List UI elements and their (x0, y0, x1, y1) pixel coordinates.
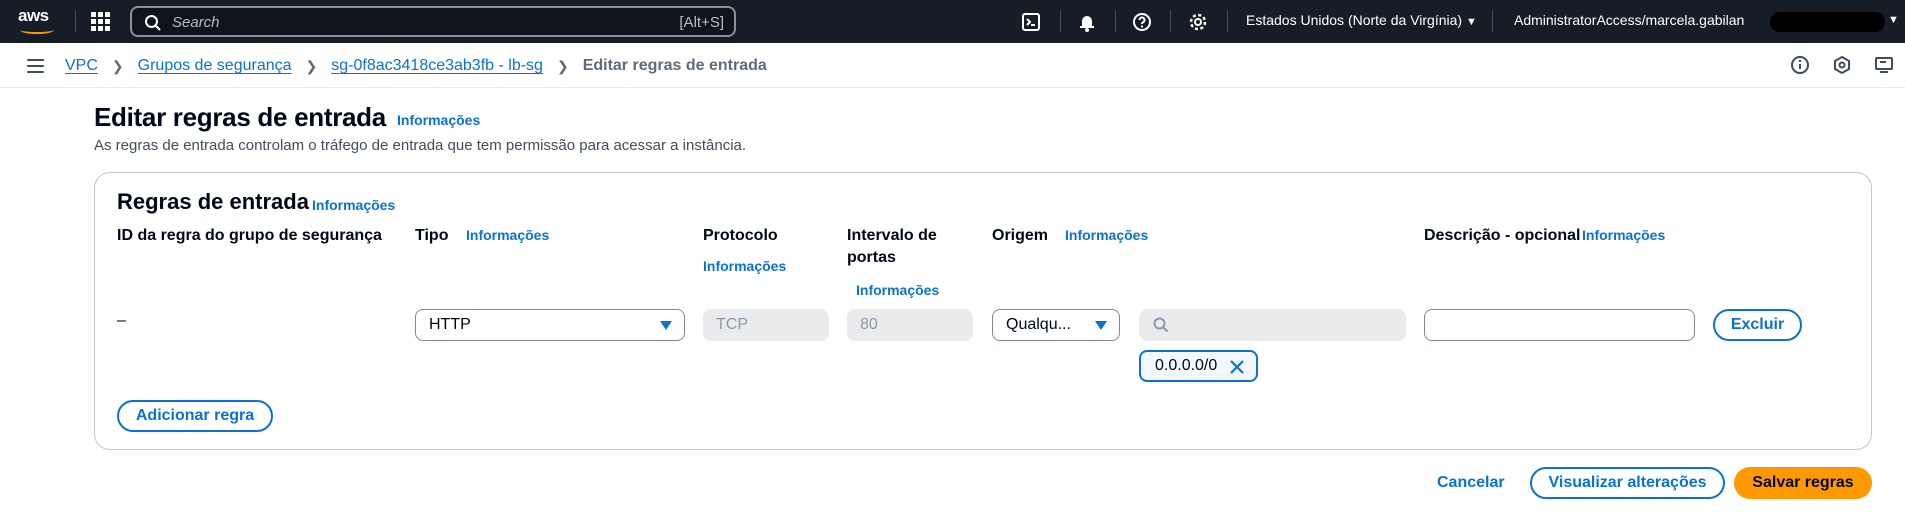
services-grid-icon[interactable] (91, 12, 110, 31)
breadcrumb-bar: VPC ❯ Grupos de segurança ❯ sg-0f8ac3418… (0, 43, 1905, 88)
description-info-link[interactable]: Informações (1582, 227, 1665, 243)
protocol-value: TCP (716, 316, 748, 333)
cidr-token: 0.0.0.0/0 (1139, 350, 1258, 382)
port-range-line1: Intervalo de (847, 227, 937, 244)
column-header-description: Descrição - opcional (1424, 227, 1581, 244)
breadcrumb: VPC ❯ Grupos de segurança ❯ sg-0f8ac3418… (65, 57, 767, 75)
chevron-right-icon: ❯ (556, 57, 569, 74)
save-rules-button[interactable]: Salvar regras (1734, 467, 1872, 499)
column-header-rule-id: ID da regra do grupo de segurança (117, 227, 382, 244)
breadcrumb-security-group[interactable]: sg-0f8ac3418ce3ab3fb - lb-sg (331, 57, 543, 75)
redacted-block (1770, 12, 1885, 32)
column-header-type: Tipo (415, 227, 449, 244)
cloudshell-icon[interactable] (1020, 11, 1042, 33)
top-navigation: aws Search [Alt+S] Estados Unidos (Norte… (0, 0, 1905, 43)
description-input[interactable] (1424, 309, 1695, 341)
page-description: As regras de entrada controlam o tráfego… (94, 137, 747, 154)
breadcrumb-current: Editar regras de entrada (582, 57, 767, 74)
breadcrumb-security-groups[interactable]: Grupos de segurança (138, 57, 292, 75)
caret-down-icon (1095, 321, 1107, 330)
notifications-bell-icon[interactable] (1076, 11, 1098, 33)
chevron-right-icon: ❯ (111, 57, 124, 74)
aws-smile-icon (20, 26, 54, 34)
cidr-token-value: 0.0.0.0/0 (1155, 357, 1218, 374)
source-select-value: Qualqu... (1006, 316, 1071, 333)
settings-gear-icon[interactable] (1187, 11, 1209, 33)
source-select[interactable]: Qualqu... (992, 309, 1120, 341)
divider (75, 10, 76, 32)
aws-logo[interactable]: aws (18, 6, 58, 36)
divider (1170, 10, 1171, 32)
divider (1115, 10, 1116, 32)
protocol-info-link[interactable]: Informações (703, 258, 786, 274)
type-info-link[interactable]: Informações (466, 227, 549, 243)
column-header-source: Origem (992, 227, 1049, 244)
divider (1227, 10, 1228, 32)
cidr-search-input[interactable] (1139, 309, 1406, 341)
feedback-hexagon-icon[interactable] (1832, 55, 1852, 75)
page-title: Editar regras de entrada (94, 102, 386, 132)
account-menu[interactable]: AdministratorAccess/marcela.gabilan (1514, 12, 1744, 28)
caret-down-icon (660, 321, 672, 330)
search-icon (1153, 317, 1169, 333)
column-header-protocol: Protocolo (703, 227, 778, 244)
source-info-link[interactable]: Informações (1065, 227, 1148, 243)
help-icon[interactable] (1131, 11, 1153, 33)
menu-hamburger-icon[interactable] (27, 59, 44, 73)
type-select[interactable]: HTTP (415, 309, 685, 341)
chevron-right-icon: ❯ (305, 57, 318, 74)
port-range-line2: portas (847, 249, 896, 266)
port-range-info-link[interactable]: Informações (856, 282, 939, 298)
region-selector[interactable]: Estados Unidos (Norte da Virgínia) ▼ (1246, 12, 1477, 28)
header-info-link[interactable]: Informações (397, 112, 480, 128)
search-shortcut: [Alt+S] (679, 14, 724, 31)
tutorial-panel-icon[interactable] (1874, 55, 1894, 75)
region-label: Estados Unidos (Norte da Virgínia) (1246, 12, 1463, 28)
chevron-down-icon: ▼ (1465, 16, 1477, 28)
protocol-field: TCP (703, 309, 829, 341)
port-range-value: 80 (860, 316, 878, 333)
search-placeholder: Search (172, 14, 220, 31)
info-panel-icon[interactable] (1790, 55, 1810, 75)
chevron-down-icon[interactable]: ▼ (1888, 14, 1899, 26)
delete-rule-button[interactable]: Excluir (1713, 309, 1802, 341)
search-icon (145, 15, 161, 31)
divider (1492, 10, 1493, 32)
port-range-field: 80 (847, 309, 973, 341)
add-rule-button[interactable]: Adicionar regra (117, 400, 273, 432)
breadcrumb-vpc[interactable]: VPC (65, 57, 98, 75)
close-icon[interactable] (1228, 358, 1246, 376)
preview-changes-button[interactable]: Visualizar alterações (1530, 467, 1725, 499)
divider (1060, 10, 1061, 32)
search-bar[interactable]: Search [Alt+S] (130, 6, 736, 37)
column-header-port-range: Intervalo de portas (847, 225, 937, 269)
cancel-button[interactable]: Cancelar (1437, 474, 1505, 492)
aws-logo-text: aws (18, 6, 49, 25)
panel-title: Regras de entrada (117, 189, 309, 214)
type-select-value: HTTP (429, 316, 471, 333)
panel-info-link[interactable]: Informações (312, 197, 395, 213)
rule-id-value: – (117, 312, 126, 329)
